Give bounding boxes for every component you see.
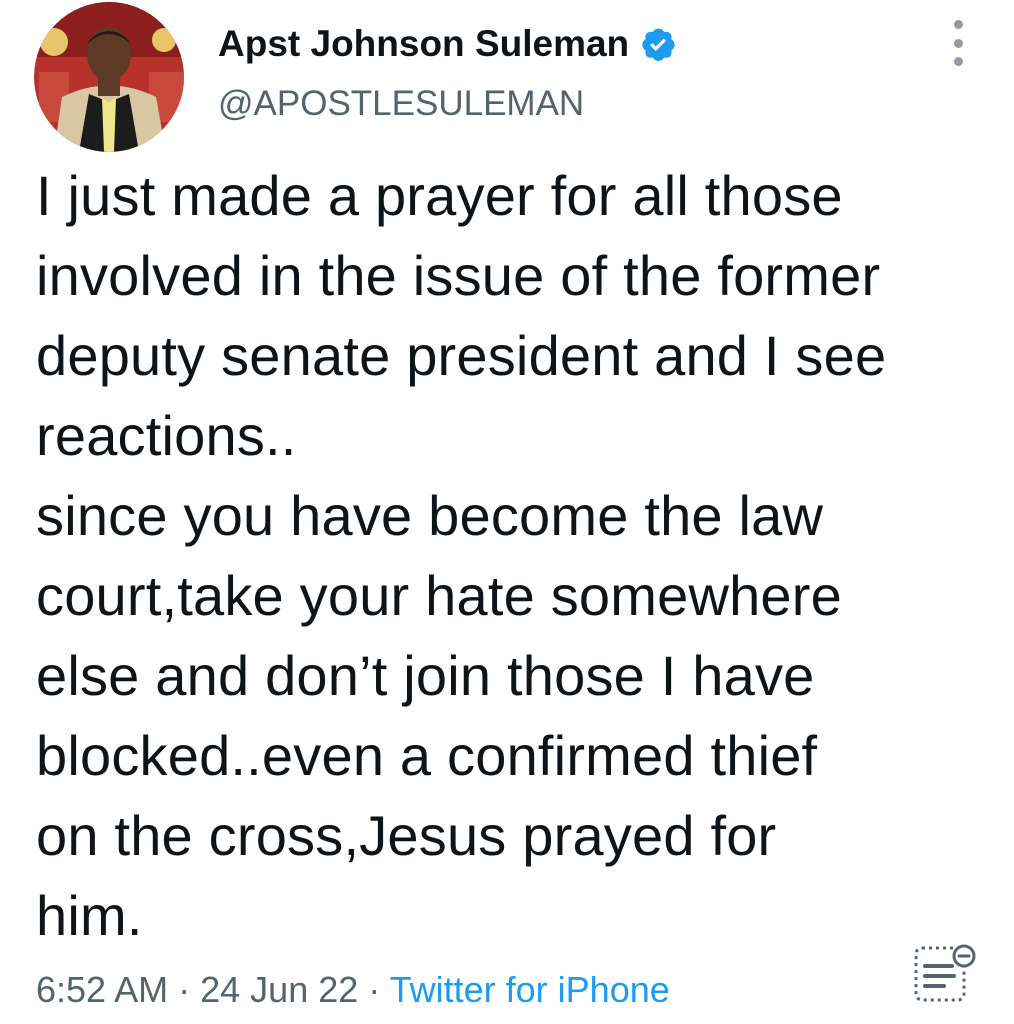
- more-vertical-icon: [953, 20, 963, 29]
- verified-badge-icon: [639, 25, 677, 63]
- more-options-button[interactable]: [940, 20, 976, 66]
- tweet-date[interactable]: 24 Jun 22: [200, 969, 358, 1010]
- tweet-source-link[interactable]: Twitter for iPhone: [390, 969, 670, 1010]
- meta-separator: ·: [178, 969, 191, 1010]
- tweet-text: I just made a prayer for all those invol…: [36, 164, 887, 947]
- view-analytics-icon: [914, 944, 976, 1002]
- view-analytics-button[interactable]: [910, 938, 982, 1010]
- author-handle[interactable]: @APOSTLESULEMAN: [218, 80, 584, 128]
- tweet-meta: 6:52 AM · 24 Jun 22 · Twitter for iPhone: [36, 966, 670, 1014]
- more-vertical-icon-dot: [953, 38, 963, 48]
- avatar[interactable]: [34, 2, 184, 152]
- author-name-row[interactable]: Apst Johnson Suleman: [218, 20, 677, 68]
- meta-separator: ·: [368, 969, 381, 1010]
- tweet-time[interactable]: 6:52 AM: [36, 969, 168, 1010]
- author-display-name[interactable]: Apst Johnson Suleman: [218, 20, 629, 68]
- profile-photo: [34, 2, 184, 152]
- more-vertical-icon-dot: [953, 57, 963, 66]
